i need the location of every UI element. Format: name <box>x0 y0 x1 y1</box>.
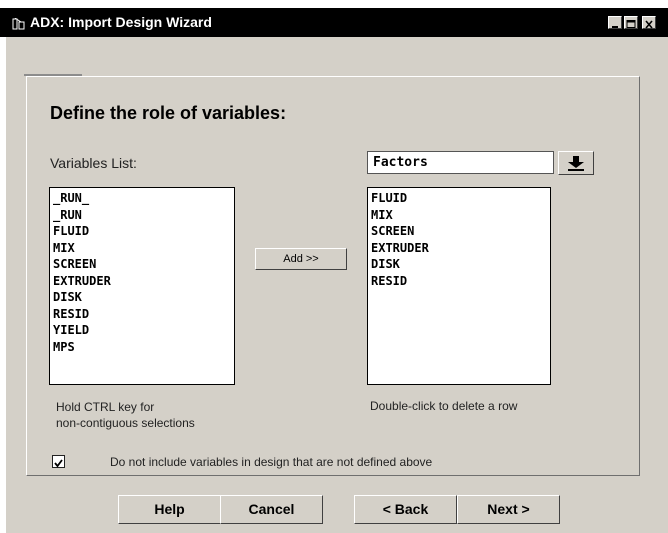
cancel-button[interactable]: Cancel <box>220 495 323 524</box>
application-icon <box>12 17 26 30</box>
list-item[interactable]: MPS <box>53 339 231 356</box>
list-item[interactable]: MIX <box>371 207 547 224</box>
role-dropdown-button[interactable] <box>558 151 594 175</box>
list-item[interactable]: RESID <box>371 273 547 290</box>
next-button[interactable]: Next > <box>457 495 560 524</box>
role-select[interactable]: Factors <box>367 151 554 174</box>
dropdown-arrow-icon <box>559 156 593 178</box>
list-item[interactable]: YIELD <box>53 322 231 339</box>
role-select-value: Factors <box>373 155 428 170</box>
exclude-undefined-label: Do not include variables in design that … <box>110 455 433 469</box>
list-item[interactable]: RESID <box>53 306 231 323</box>
window-title: ADX: Import Design Wizard <box>30 14 212 30</box>
title-bar[interactable]: ADX: Import Design Wizard <box>0 8 668 37</box>
help-button[interactable]: Help <box>118 495 221 524</box>
selection-hint-line: Hold CTRL key for <box>56 400 155 414</box>
list-item[interactable]: FLUID <box>371 190 547 207</box>
back-button[interactable]: < Back <box>354 495 457 524</box>
delete-hint: Double-click to delete a row <box>370 399 518 413</box>
selection-hint-line: non-contiguous selections <box>56 416 195 430</box>
list-item[interactable]: EXTRUDER <box>371 240 547 257</box>
list-item[interactable]: MIX <box>53 240 231 257</box>
list-item[interactable]: _RUN_ <box>53 190 231 207</box>
close-icon[interactable] <box>642 16 656 29</box>
list-item[interactable]: SCREEN <box>371 223 547 240</box>
exclude-undefined-checkbox[interactable] <box>52 455 65 468</box>
minimize-icon[interactable] <box>608 16 622 29</box>
variables-list-label: Variables List: <box>50 155 137 171</box>
list-item[interactable]: SCREEN <box>53 256 231 273</box>
page-title: Define the role of variables: <box>50 103 287 123</box>
list-item[interactable]: FLUID <box>53 223 231 240</box>
list-item[interactable]: DISK <box>53 289 231 306</box>
list-item[interactable]: DISK <box>371 256 547 273</box>
check-icon <box>53 456 64 473</box>
selection-hint: Hold CTRL key for non-contiguous selecti… <box>56 399 195 431</box>
list-item[interactable]: EXTRUDER <box>53 273 231 290</box>
list-item[interactable]: _RUN <box>53 207 231 224</box>
factors-listbox[interactable]: FLUID MIX SCREEN EXTRUDER DISK RESID <box>367 187 551 385</box>
variables-listbox[interactable]: _RUN_ _RUN FLUID MIX SCREEN EXTRUDER DIS… <box>49 187 235 385</box>
maximize-icon[interactable] <box>624 16 638 29</box>
add-button[interactable]: Add >> <box>255 248 347 270</box>
